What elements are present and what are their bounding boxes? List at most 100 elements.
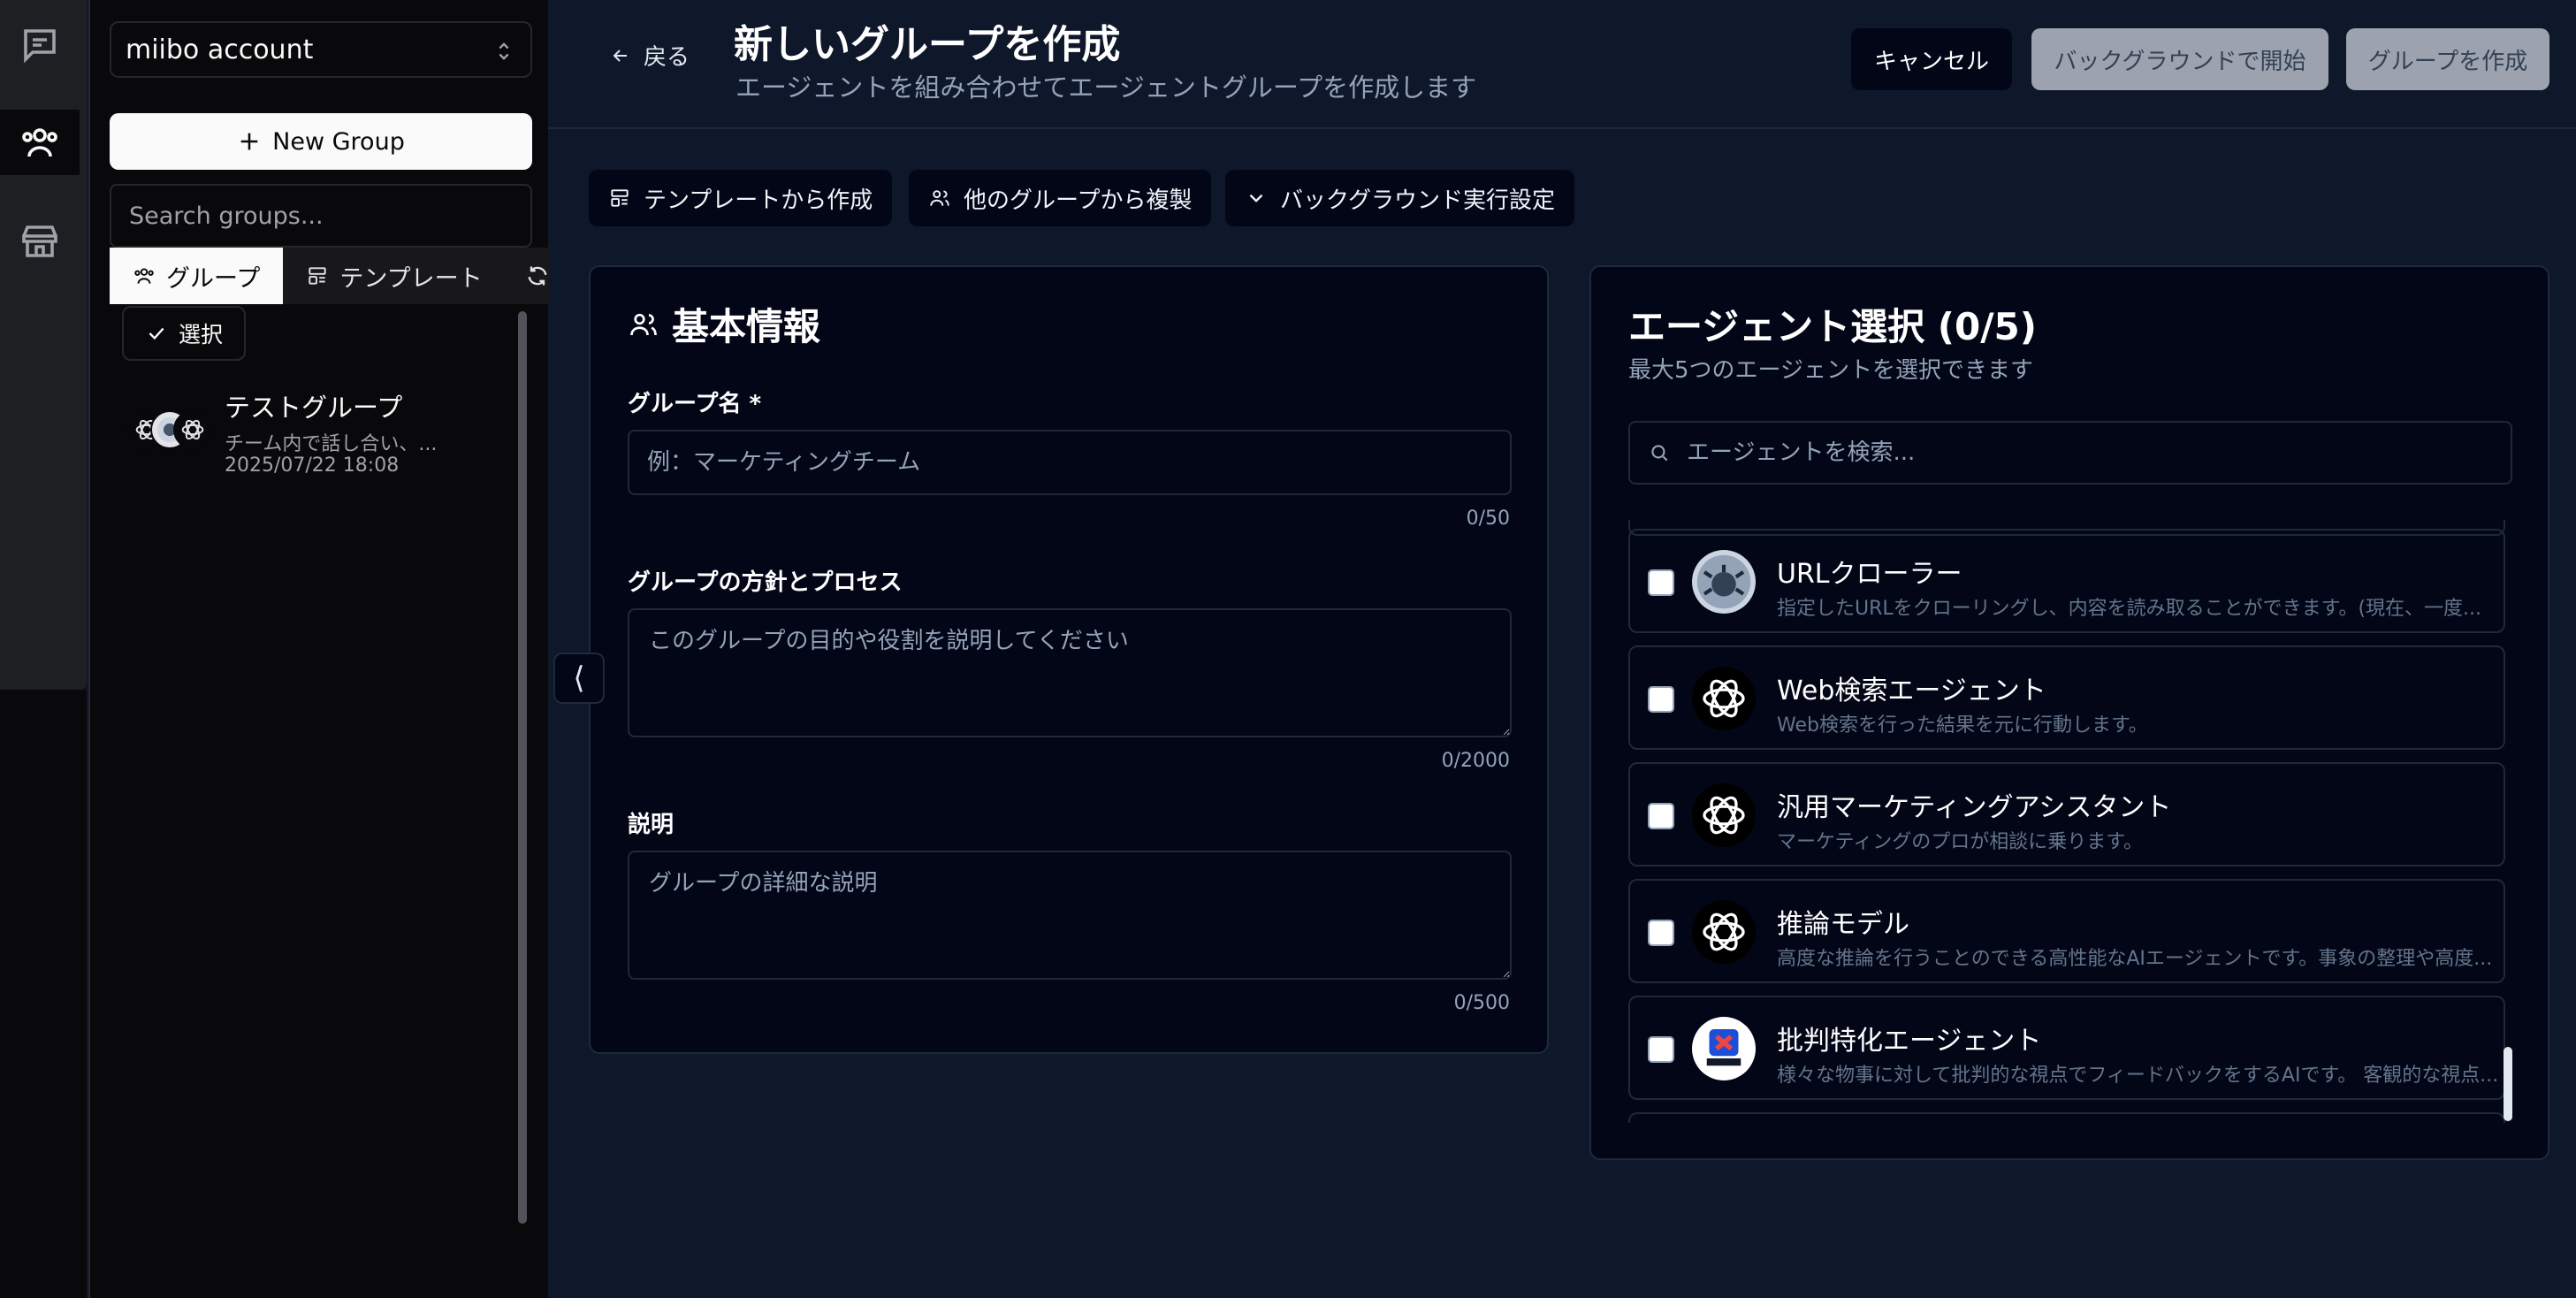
- plus-icon: [240, 133, 258, 150]
- agent-description: マーケティングのプロが相談に乗ります。: [1777, 831, 2144, 853]
- background-start-button[interactable]: バックグラウンドで開始: [2031, 28, 2328, 90]
- users-icon: [930, 190, 949, 206]
- chat-icon: [24, 29, 56, 64]
- users-icon: [630, 313, 657, 335]
- sidebar-scrollbar[interactable]: [518, 311, 527, 1224]
- agent-row[interactable]: URLクローラー 指定したURLをクローリングし、内容を読み取ることができます。…: [1628, 529, 2505, 633]
- agent-name: 批判特化エージェント: [1777, 1026, 2042, 1057]
- group-title: テストグループ: [225, 393, 403, 423]
- collapse-sidebar-button[interactable]: ⟨: [553, 653, 605, 704]
- agent-name: URLクローラー: [1777, 559, 1962, 590]
- agent-checkbox[interactable]: [1648, 1036, 1674, 1063]
- agent-logo: [1692, 900, 1756, 964]
- users-icon: [22, 128, 57, 157]
- basic-info-title: 基本情報: [628, 297, 820, 351]
- group-list-item[interactable]: テストグループ チーム内で話し合い、... 2025/07/22 18:08: [122, 384, 511, 481]
- agent-logo: [1692, 783, 1756, 847]
- agent-name: Web検索エージェント: [1777, 676, 2046, 706]
- agent-row[interactable]: 批判特化エージェント 様々な物事に対して批判的な視点でフィードバックをするAIで…: [1628, 996, 2505, 1100]
- store-nav-button[interactable]: [0, 209, 80, 274]
- basic-info-title-text: 基本情報: [672, 305, 821, 348]
- page-title: 新しいグループを作成: [734, 22, 1121, 67]
- back-button[interactable]: 戻る: [610, 39, 690, 72]
- basic-info-card: 基本情報 グループ名 * 0/50 グループの方針とプロセス 0/2000 説明…: [589, 265, 1549, 1054]
- chevron-updown-icon: [499, 42, 509, 60]
- chevron-down-icon: [1249, 194, 1263, 202]
- group-sidebar: miibo account New Group グループ テンプレート 選択: [88, 0, 550, 1298]
- cancel-button[interactable]: キャンセル: [1851, 28, 2012, 90]
- agent-search-box[interactable]: [1628, 421, 2512, 485]
- group-description: チーム内で話し合い、...: [225, 433, 438, 455]
- sidebar-tabs: グループ テンプレート: [110, 248, 550, 304]
- select-label: 選択: [179, 322, 224, 347]
- refresh-icon[interactable]: [525, 263, 550, 288]
- background-settings-label: バックグラウンド実行設定: [1280, 187, 1555, 214]
- users-icon: [134, 268, 154, 284]
- tab-groups-label: グループ: [166, 264, 261, 293]
- create-from-template-label: テンプレートから作成: [644, 187, 873, 214]
- page-subtitle: エージェントを組み合わせてエージェントグループを作成します: [735, 73, 1477, 103]
- agent-logo: [1692, 667, 1756, 730]
- tab-templates-label: テンプレート: [339, 264, 483, 293]
- group-date: 2025/07/22 18:08: [225, 454, 400, 477]
- chat-nav-button[interactable]: [0, 12, 80, 78]
- agent-checkbox[interactable]: [1648, 686, 1674, 713]
- search-groups-input[interactable]: [110, 184, 532, 248]
- arrow-left-icon: [613, 49, 627, 62]
- critique-icon: [1706, 1029, 1741, 1066]
- agent-description: 指定したURLをクローリングし、内容を読み取ることができます。(現在、一度...: [1777, 598, 2482, 620]
- agent-description: Web検索を行った結果を元に行動します。: [1777, 714, 2148, 737]
- tab-groups[interactable]: グループ: [110, 248, 284, 304]
- agent-name: 汎用マーケティングアシスタント: [1777, 792, 2172, 823]
- account-switcher[interactable]: miibo account: [110, 21, 532, 78]
- page-header: 戻る 新しいグループを作成 エージェントを組み合わせてエージェントグループを作成…: [548, 0, 2576, 129]
- store-icon: [22, 225, 57, 257]
- agent-search-input[interactable]: [1687, 439, 2482, 466]
- account-name: miibo account: [126, 34, 314, 65]
- description-label: 説明: [628, 812, 674, 838]
- chevron-left-icon: ⟨: [573, 660, 585, 696]
- back-label: 戻る: [644, 44, 690, 71]
- duplicate-group-label: 他のグループから複製: [964, 187, 1193, 214]
- openai-icon: [181, 419, 204, 440]
- rail-footer: [0, 690, 87, 1298]
- agent-checkbox[interactable]: [1648, 803, 1674, 829]
- check-icon: [149, 327, 164, 340]
- create-group-button[interactable]: グループを作成: [2346, 28, 2549, 90]
- policy-label: グループの方針とプロセス: [628, 569, 903, 596]
- agent-logo: [1692, 1017, 1756, 1080]
- agent-logo: [1692, 550, 1756, 614]
- policy-textarea[interactable]: [628, 608, 1512, 737]
- agent-list-scrollbar[interactable]: [2504, 1047, 2512, 1121]
- agent-avatar: [173, 410, 212, 449]
- agent-selection-subtitle: 最大5つのエージェントを選択できます: [1628, 357, 2034, 384]
- agent-row[interactable]: 汎用マーケティングアシスタント マーケティングのプロが相談に乗ります。: [1628, 762, 2505, 867]
- agent-row[interactable]: [1628, 1112, 2505, 1123]
- select-mode-button[interactable]: 選択: [122, 306, 247, 361]
- agent-description: 様々な物事に対して批判的な視点でフィードバックをするAIです。 客観的な視点..…: [1777, 1065, 2499, 1087]
- agent-row[interactable]: 推論モデル 高度な推論を行うことのできる高性能なAIエージェントです。事象の整理…: [1628, 879, 2505, 983]
- crawler-icon: [1696, 554, 1751, 609]
- icon-rail: [0, 0, 87, 690]
- description-textarea[interactable]: [628, 851, 1512, 980]
- agent-description: 高度な推論を行うことのできる高性能なAIエージェントです。事象の整理や高度...: [1777, 948, 2493, 970]
- openai-icon: [1703, 912, 1745, 951]
- group-avatars: [127, 410, 212, 449]
- group-name-input[interactable]: [628, 430, 1512, 495]
- agent-selection-title: エージェント選択 (0/5): [1628, 305, 2037, 348]
- openai-icon: [1703, 679, 1745, 718]
- search-icon: [1651, 445, 1668, 462]
- groups-nav-button[interactable]: [0, 110, 80, 175]
- create-from-template-button[interactable]: テンプレートから作成: [589, 170, 893, 226]
- agent-row[interactable]: Web検索エージェント Web検索を行った結果を元に行動します。: [1628, 645, 2505, 750]
- new-group-label: New Group: [272, 127, 405, 156]
- agent-name: 推論モデル: [1777, 909, 1909, 940]
- tab-templates[interactable]: テンプレート: [283, 248, 505, 304]
- agent-checkbox[interactable]: [1648, 920, 1674, 946]
- new-group-button[interactable]: New Group: [110, 113, 532, 170]
- duplicate-group-button[interactable]: 他のグループから複製: [909, 170, 1212, 226]
- group-name-counter: 0/50: [1466, 508, 1510, 530]
- agent-checkbox[interactable]: [1648, 569, 1674, 596]
- layout-template-icon: [611, 189, 629, 207]
- background-settings-button[interactable]: バックグラウンド実行設定: [1225, 170, 1574, 226]
